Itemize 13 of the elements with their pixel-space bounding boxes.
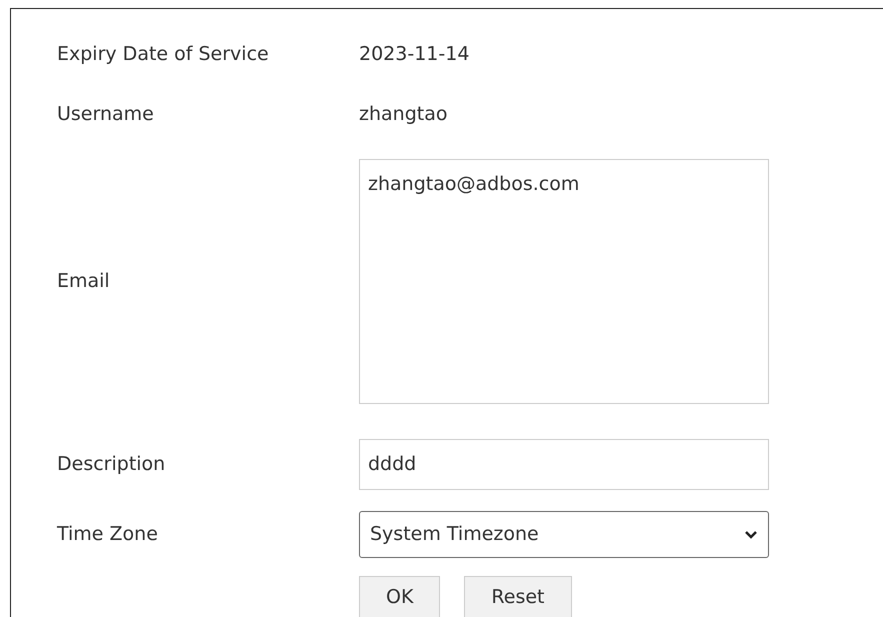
field-label: Description — [57, 452, 166, 478]
form-button[interactable]: OK — [359, 576, 440, 617]
field-value: 2023-11-14 — [359, 42, 470, 67]
field-label: Username — [57, 102, 155, 127]
field-label: Email — [57, 269, 111, 294]
field-value: zhangtao — [359, 102, 448, 127]
timezone-dropdown[interactable]: System Timezone — [359, 511, 769, 558]
field-label: Time Zone — [57, 522, 159, 548]
field-label: Expiry Date of Service — [57, 42, 270, 67]
form-button[interactable]: Reset — [464, 576, 572, 617]
chevron-down-icon — [744, 530, 758, 540]
email-textarea[interactable]: zhangtao@adbos.com — [359, 159, 769, 404]
description-field[interactable]: dddd — [359, 439, 769, 490]
